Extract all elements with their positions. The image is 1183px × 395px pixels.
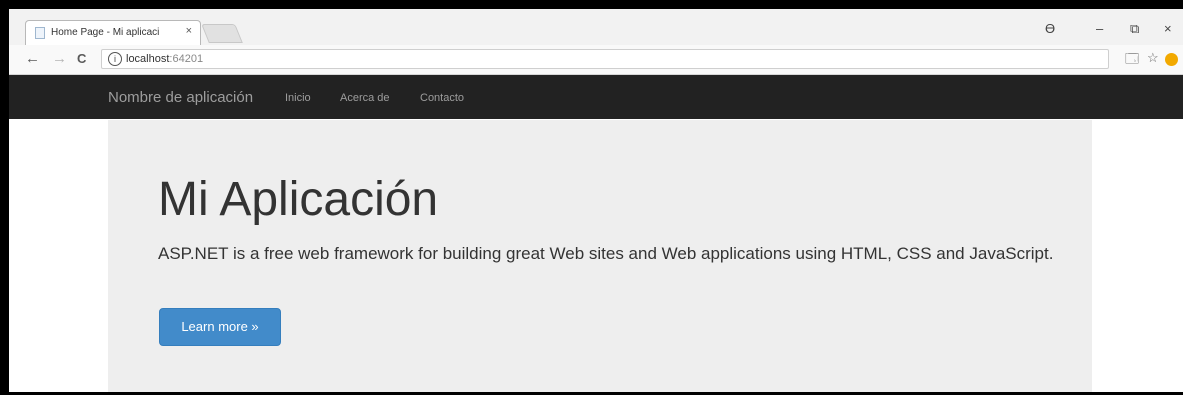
translate-icon[interactable]: 🗔 [1125,50,1139,72]
nav-link-contacto[interactable]: Contacto [420,92,464,104]
forward-icon[interactable]: → [52,50,67,67]
url-host: localhost [126,53,170,65]
page-title: Mi Aplicación [158,173,439,226]
nav-link-acerca[interactable]: Acerca de [340,92,390,104]
close-window-icon[interactable]: × [1164,21,1172,36]
jumbotron: Mi Aplicación ASP.NET is a free web fram… [108,120,1092,392]
learn-more-button[interactable]: Learn more » [159,308,281,346]
minimize-icon[interactable]: – [1096,21,1103,36]
info-icon[interactable]: i [108,52,122,66]
restore-icon[interactable]: ⧉ [1130,21,1139,37]
extension-icon[interactable] [1165,53,1178,66]
lead-text: ASP.NET is a free web framework for buil… [158,244,1054,263]
browser-titlebar: Home Page - Mi aplicaci × ϴ – ⧉ × [9,9,1183,45]
address-bar[interactable]: i localhost:64201 [101,49,1109,69]
nav-link-inicio[interactable]: Inicio [285,92,311,104]
account-icon[interactable]: ϴ [1045,21,1055,36]
tab-title: Home Page - Mi aplicaci [51,27,160,38]
browser-tab[interactable]: Home Page - Mi aplicaci × [25,20,201,45]
close-icon[interactable]: × [186,25,192,37]
bookmark-star-icon[interactable]: ☆ [1147,50,1159,66]
site-navbar: Nombre de aplicación Inicio Acerca de Co… [9,75,1183,119]
url-text: localhost:64201 [126,53,203,65]
reload-icon[interactable]: C [77,51,86,66]
new-tab-button[interactable] [201,24,243,43]
url-port: :64201 [169,53,204,65]
browser-toolbar: ← → C i localhost:64201 🗔 ☆ [9,45,1183,75]
navbar-brand[interactable]: Nombre de aplicación [108,89,253,106]
back-icon[interactable]: ← [25,50,40,67]
favicon-icon [35,27,45,39]
